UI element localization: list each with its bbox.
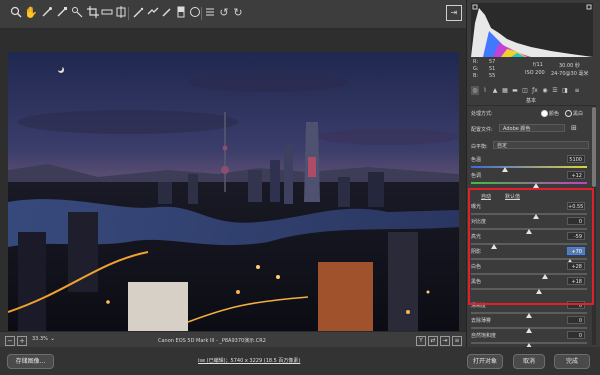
slider-value-temp[interactable]: 5100 bbox=[567, 155, 585, 163]
bottom-bar: 存储图像... ise (已编辑)；5740 x 3229 (18.5 百万像素… bbox=[0, 347, 600, 375]
tab-lens[interactable]: ◫ bbox=[521, 86, 529, 95]
swap-settings-icon[interactable]: ⇄ bbox=[428, 336, 438, 346]
view-settings-icon[interactable]: ≡ bbox=[452, 336, 462, 346]
profile-label: 配置文件: bbox=[471, 127, 493, 133]
color-option-label: 颜色 bbox=[549, 111, 560, 117]
r-value: 57 bbox=[489, 59, 496, 65]
before-after-toggle-icon[interactable]: Y bbox=[416, 336, 426, 346]
save-image-button[interactable]: 存储图像... bbox=[7, 354, 54, 369]
panel-menu-icon[interactable]: ≡ bbox=[573, 86, 581, 95]
cancel-button[interactable]: 取消 bbox=[513, 354, 545, 369]
slider-label-vibrance: 自然饱和度 bbox=[471, 333, 497, 339]
g-value: 51 bbox=[489, 66, 496, 72]
red-eye-icon[interactable] bbox=[146, 6, 160, 20]
target-adjust-icon[interactable] bbox=[70, 6, 84, 20]
wb-value: 自定 bbox=[497, 143, 508, 149]
slider-value-vibrance[interactable]: 0 bbox=[567, 331, 585, 339]
rotate-right-icon[interactable]: ↻ bbox=[231, 6, 245, 20]
slider-label-dehaze: 去除薄雾 bbox=[471, 318, 492, 324]
zoom-icon[interactable] bbox=[9, 6, 23, 20]
zoom-dropdown-icon[interactable]: ⌄ bbox=[50, 335, 55, 342]
histogram bbox=[471, 3, 593, 57]
toolbar-separator bbox=[201, 7, 202, 20]
color-sampler-icon[interactable] bbox=[55, 6, 69, 20]
panel-tabs: ◎ ⌇ ▲ ▦ ▬ ◫ ƒx ◉ ☰ ◨ ≡ bbox=[467, 86, 595, 96]
slider-track-temp[interactable] bbox=[471, 166, 587, 168]
iso: ISO 200 bbox=[525, 70, 545, 76]
adjustment-brush-icon[interactable] bbox=[160, 6, 174, 20]
shutter-speed: 30.00 秒 bbox=[559, 63, 580, 69]
focal-length: 24-70@30 毫米 bbox=[551, 71, 589, 77]
profile-dropdown[interactable]: Adobe 颜色 bbox=[499, 124, 565, 132]
open-object-button[interactable]: 打开对象 bbox=[467, 354, 503, 369]
copy-settings-icon[interactable]: ⇥ bbox=[440, 336, 450, 346]
profile-value: Adobe 颜色 bbox=[503, 126, 531, 132]
preferences-icon[interactable] bbox=[203, 6, 217, 20]
graduated-filter-icon[interactable] bbox=[174, 6, 188, 20]
status-bar: − + 33.3% ⌄ Canon EOS 5D Mark III - _P8A… bbox=[0, 331, 466, 348]
tab-detail[interactable]: ▲ bbox=[491, 86, 499, 95]
camera-readout: R: 57 G: 51 B: 55 f/11 30.00 秒 ISO 200 2… bbox=[471, 57, 593, 85]
slider-thumb-temp[interactable] bbox=[501, 167, 508, 172]
image-canvas[interactable] bbox=[0, 29, 466, 332]
wb-dropdown[interactable]: 自定 bbox=[493, 141, 589, 149]
highlight-box bbox=[468, 188, 594, 305]
panel-title: 基本 bbox=[467, 97, 595, 106]
tab-split-toning[interactable]: ▬ bbox=[511, 86, 519, 95]
b-label: B: bbox=[473, 73, 479, 79]
tab-effects[interactable]: ƒx bbox=[531, 86, 539, 95]
zoom-level[interactable]: 33.3% bbox=[32, 336, 48, 342]
transform-icon[interactable] bbox=[114, 6, 128, 20]
tab-hsl[interactable]: ▦ bbox=[501, 86, 509, 95]
spot-removal-icon[interactable] bbox=[132, 6, 146, 20]
preview-toggle-icon[interactable]: ⇥ bbox=[446, 5, 462, 21]
tab-tone-curve[interactable]: ⌇ bbox=[481, 86, 489, 95]
slider-label-tint: 色调 bbox=[471, 173, 482, 179]
g-label: G: bbox=[473, 66, 479, 72]
color-radio[interactable] bbox=[541, 110, 548, 117]
slider-label-temp: 色温 bbox=[471, 157, 482, 163]
zoom-out-button[interactable]: − bbox=[5, 336, 15, 346]
tab-presets[interactable]: ☰ bbox=[551, 86, 559, 95]
slider-track-tint[interactable] bbox=[471, 182, 587, 184]
rotate-left-icon[interactable]: ↺ bbox=[217, 6, 231, 20]
slider-value-tint[interactable]: +12 bbox=[567, 171, 585, 179]
toolbar: ✋ ↺ ↻ ⇥ bbox=[0, 0, 466, 29]
tab-snapshots[interactable]: ◨ bbox=[561, 86, 569, 95]
white-balance-icon[interactable] bbox=[40, 6, 54, 20]
photo-preview bbox=[8, 52, 459, 332]
done-button[interactable]: 完成 bbox=[554, 354, 590, 369]
zoom-in-button[interactable]: + bbox=[17, 336, 27, 346]
tab-calibration[interactable]: ◉ bbox=[541, 86, 549, 95]
process-label: 处理方式: bbox=[471, 111, 493, 117]
crop-icon[interactable] bbox=[86, 6, 100, 20]
slider-thumb-clarity[interactable] bbox=[526, 313, 532, 318]
workflow-options-link[interactable]: ise (已编辑)；5740 x 3229 (18.5 百万像素) bbox=[198, 357, 300, 364]
bw-radio[interactable] bbox=[565, 110, 572, 117]
camera-info: Canon EOS 5D Mark III - _P8A9370演示.CR2 bbox=[158, 338, 266, 344]
tab-basic[interactable]: ◎ bbox=[471, 86, 479, 95]
toolbar-separator bbox=[128, 7, 129, 20]
straighten-icon[interactable] bbox=[100, 6, 114, 20]
profile-browser-icon[interactable]: ⊞ bbox=[571, 124, 577, 132]
hand-icon[interactable]: ✋ bbox=[24, 6, 38, 20]
b-value: 55 bbox=[489, 73, 496, 79]
aperture: f/11 bbox=[533, 62, 543, 68]
bw-option-label: 黑白 bbox=[573, 111, 584, 117]
wb-label: 白平衡: bbox=[471, 144, 488, 150]
radial-filter-icon[interactable] bbox=[188, 6, 202, 20]
slider-thumb-dehaze[interactable] bbox=[526, 328, 532, 333]
r-label: R: bbox=[473, 59, 479, 65]
scrollbar-thumb[interactable] bbox=[592, 107, 596, 187]
slider-value-dehaze[interactable]: 0 bbox=[567, 316, 585, 324]
